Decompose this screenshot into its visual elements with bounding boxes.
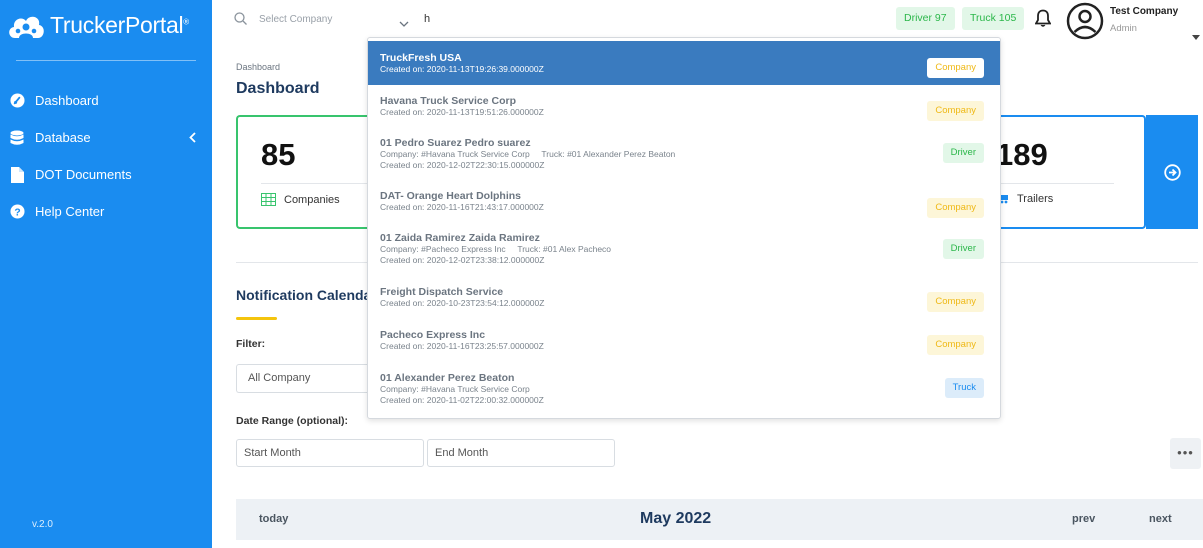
result-name: 01 Pedro Suarez Pedro suarez	[380, 137, 531, 149]
sidebar-item-label: DOT Documents	[35, 167, 132, 182]
search-result-item[interactable]: Havana Truck Service Corp Created on: 20…	[368, 85, 1000, 129]
card-divider	[996, 183, 1114, 184]
result-detail: Company: #Havana Truck Service Corp Truc…	[380, 149, 676, 159]
result-type-badge: Company	[927, 101, 984, 121]
card-divider	[261, 183, 378, 184]
help-icon: ?	[9, 204, 25, 220]
company-select[interactable]: Select Company	[259, 14, 332, 25]
building-icon	[261, 193, 276, 206]
companies-label: Companies	[261, 193, 340, 206]
result-created: Created on: 2020-12-02T22:30:15.000000Z	[380, 160, 545, 170]
result-created: Created on: 2020-11-16T21:43:17.000000Z	[380, 202, 544, 212]
sidebar-item-label: Database	[35, 130, 91, 145]
trailers-count: 189	[996, 137, 1048, 172]
result-name: Freight Dispatch Service	[380, 286, 504, 298]
result-type-badge: Driver	[942, 143, 984, 163]
dashboard-icon	[9, 93, 25, 109]
sidebar-item-database[interactable]: Database	[0, 119, 212, 156]
result-created: Created on: 2020-12-02T23:38:12.000000Z	[380, 255, 545, 265]
bell-icon[interactable]	[1034, 9, 1052, 33]
calendar-today-button[interactable]: today	[259, 513, 288, 525]
search-result-item[interactable]: 01 Pedro Suarez Pedro suarez Company: #H…	[368, 129, 1000, 182]
result-name: 01 Zaida Ramirez Zaida Ramirez	[380, 232, 540, 244]
document-icon	[9, 166, 25, 183]
result-name: DAT- Orange Heart Dolphins	[380, 190, 521, 202]
trailers-card[interactable]: 189 Trailers	[996, 115, 1146, 229]
sidebar-divider	[16, 60, 196, 61]
result-type-badge: Company	[927, 198, 984, 218]
result-type-badge: Truck	[944, 378, 984, 398]
sidebar: TruckerPortal® Dashboard Database DOT Do…	[0, 0, 212, 548]
result-name: TruckFresh USA	[380, 52, 462, 64]
trailers-label: Trailers	[999, 193, 1053, 205]
page-title: Dashboard	[236, 80, 320, 97]
filter-label: Filter:	[236, 338, 266, 350]
search-results-dropdown: TruckFresh USA Created on: 2020-11-13T19…	[367, 37, 1001, 419]
topbar: Select Company Driver 97 Truck 105 Test …	[212, 0, 1203, 40]
search-input[interactable]	[424, 9, 624, 29]
sidebar-item-label: Dashboard	[35, 93, 99, 108]
result-created: Created on: 2020-11-13T19:51:26.000000Z	[380, 107, 544, 117]
calendar-next-button[interactable]: next	[1149, 513, 1172, 525]
sidebar-nav: Dashboard Database DOT Documents ? Help …	[0, 82, 212, 230]
sidebar-item-help-center[interactable]: ? Help Center	[0, 193, 212, 230]
result-created: Created on: 2020-10-23T23:54:12.000000Z	[380, 298, 545, 308]
user-name[interactable]: Test Company	[1110, 6, 1178, 17]
truck-count-badge[interactable]: Truck 105	[962, 7, 1025, 30]
search-result-item[interactable]: 01 Zaida Ramirez Zaida Ramirez Company: …	[368, 226, 1000, 279]
app-logo[interactable]: TruckerPortal®	[6, 8, 189, 42]
result-type-badge: Company	[927, 292, 984, 312]
section-title: Notification Calendar	[236, 287, 377, 303]
companies-count: 85	[261, 137, 296, 172]
search-result-item[interactable]: Freight Dispatch Service Created on: 202…	[368, 279, 1000, 323]
result-detail: Company: #Havana Truck Service Corp	[380, 384, 530, 394]
sidebar-item-dashboard[interactable]: Dashboard	[0, 82, 212, 119]
result-type-badge: Driver	[942, 239, 984, 259]
app-version: v.2.0	[32, 519, 53, 530]
search-result-item[interactable]: Pacheco Express Inc Created on: 2020-11-…	[368, 323, 1000, 367]
search-icon	[234, 12, 247, 30]
more-options-button[interactable]: •••	[1170, 438, 1201, 469]
result-type-badge: Company	[927, 335, 984, 355]
companies-card[interactable]: 85 Companies	[236, 115, 378, 229]
arrow-right-circle-icon	[1163, 163, 1181, 181]
app-name: TruckerPortal®	[50, 11, 189, 38]
chevron-down-icon[interactable]	[399, 15, 409, 33]
search-result-item[interactable]: 01 Alexander Perez Beaton Company: #Hava…	[368, 367, 1000, 418]
calendar-prev-button[interactable]: prev	[1072, 513, 1095, 525]
sidebar-item-dot-documents[interactable]: DOT Documents	[0, 156, 212, 193]
result-type-badge: Company	[927, 58, 984, 78]
chevron-left-icon[interactable]	[189, 131, 196, 146]
end-month-input[interactable]: End Month	[427, 439, 615, 467]
sidebar-item-label: Help Center	[35, 204, 105, 219]
result-name: 01 Alexander Perez Beaton	[380, 372, 515, 384]
svg-text:?: ?	[14, 207, 20, 218]
result-created: Created on: 2020-11-13T19:26:39.000000Z	[380, 64, 544, 74]
start-month-input[interactable]: Start Month	[236, 439, 424, 467]
next-card-button[interactable]	[1146, 115, 1198, 229]
result-name: Pacheco Express Inc	[380, 329, 486, 341]
search-result-item[interactable]: TruckFresh USA Created on: 2020-11-13T19…	[368, 41, 1000, 85]
cloud-user-logo-icon	[9, 16, 44, 38]
company-filter-select[interactable]: All Company	[236, 364, 368, 393]
result-name: Havana Truck Service Corp	[380, 95, 516, 107]
search-result-item[interactable]: DAT- Orange Heart Dolphins Created on: 2…	[368, 182, 1000, 226]
driver-count-badge[interactable]: Driver 97	[896, 7, 955, 30]
user-role: Admin	[1110, 23, 1137, 34]
result-created: Created on: 2020-11-16T23:25:57.000000Z	[380, 341, 544, 351]
avatar[interactable]	[1066, 2, 1104, 45]
title-underline	[236, 317, 277, 320]
calendar-month-title: May 2022	[640, 510, 712, 527]
breadcrumb[interactable]: Dashboard	[236, 62, 280, 72]
result-detail: Company: #Pacheco Express Inc Truck: #01…	[380, 244, 612, 254]
calendar-toolbar: today May 2022 prev next	[236, 499, 1203, 540]
caret-down-icon[interactable]	[1192, 27, 1200, 45]
database-icon	[9, 130, 25, 146]
date-range-label: Date Range (optional):	[236, 415, 348, 427]
result-created: Created on: 2020-11-02T22:00:32.000000Z	[380, 395, 544, 405]
